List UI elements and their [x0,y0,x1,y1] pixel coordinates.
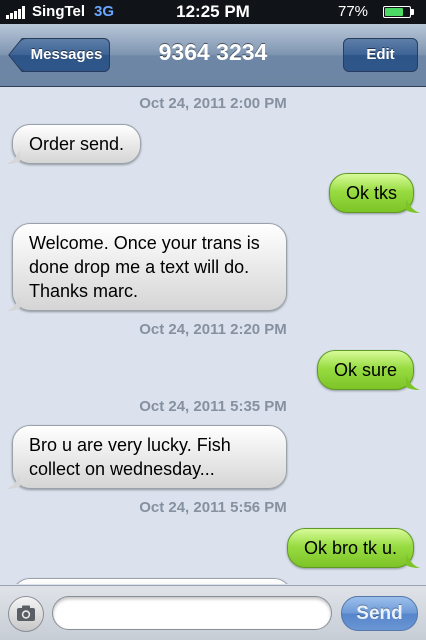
incoming-message-bubble[interactable]: Bro u are very lucky. Fish collect on we… [6,425,287,489]
message-timestamp: Oct 24, 2011 2:00 PM [139,95,287,112]
message-timestamp: Oct 24, 2011 5:56 PM [139,499,287,516]
battery-icon [383,6,411,18]
message-timestamp: Oct 24, 2011 2:20 PM [139,321,287,338]
edit-button[interactable]: Edit [343,38,418,72]
back-button-label: Messages [20,38,110,72]
bubble-tail [406,554,420,568]
navigation-bar: Messages 9364 3234 Edit [0,24,426,87]
outgoing-message-bubble[interactable]: Ok sure [316,350,420,390]
conversation-title: 9364 3234 [158,39,268,65]
message-text: Bro u are very lucky. Fish collect on we… [29,435,231,479]
message-text: Ok bro tk u. [303,538,397,558]
message-text: Ok sure [333,360,397,380]
incoming-message-bubble[interactable] [12,578,292,584]
bubble-tail [6,150,20,164]
message-text: Order send. [29,134,125,154]
battery-percent: 77% [338,3,369,20]
message-timestamp: Oct 24, 2011 5:35 PM [139,398,287,415]
incoming-message-bubble[interactable]: Order send. [6,124,142,164]
bubble-tail [406,376,420,390]
status-bar: SingTel 3G 12:25 PM 77% [0,0,426,24]
outgoing-message-bubble[interactable]: Ok tks [328,173,420,213]
incoming-message-bubble[interactable]: Welcome. Once your trans is done drop me… [6,223,287,311]
message-text: Ok tks [345,183,397,203]
outgoing-message-bubble[interactable]: Ok bro tk u. [286,528,420,568]
battery-nub [411,9,414,15]
message-text-field[interactable] [52,596,332,630]
message-input-bar: Send [0,585,426,640]
camera-button[interactable] [8,596,44,632]
bubble-tail [6,475,20,489]
messages-back-button[interactable]: Messages [8,38,110,72]
battery-level [385,8,403,16]
conversation-thread[interactable]: Oct 24, 2011 2:00 PM Order send. Ok tks … [0,87,426,584]
bubble-tail [6,297,20,311]
send-button[interactable]: Send [341,596,418,631]
bubble-tail [406,199,420,213]
camera-icon [17,605,35,621]
message-text: Welcome. Once your trans is done drop me… [29,233,260,301]
